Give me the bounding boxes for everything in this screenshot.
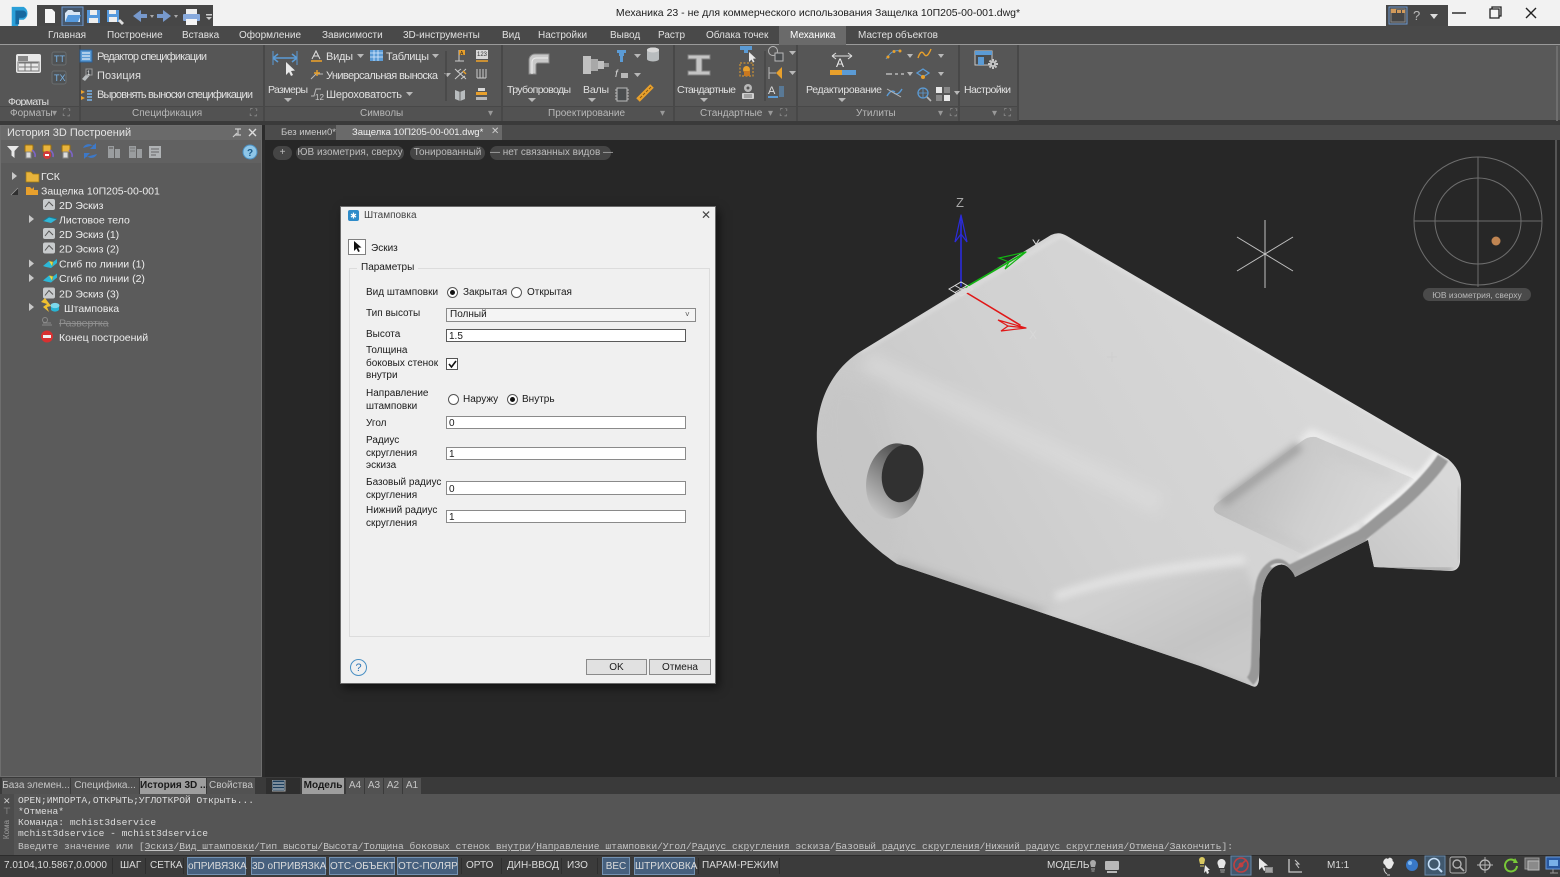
svg-text:A: A <box>836 56 844 70</box>
svg-text:A: A <box>768 85 776 97</box>
svg-text:ГСК: ГСК <box>41 171 61 183</box>
svg-text:X: X <box>1029 328 1037 342</box>
svg-text:Шероховатость: Шероховатость <box>326 89 402 101</box>
svg-text:Редактирование: Редактирование <box>806 84 882 96</box>
svg-text:?: ? <box>247 148 253 159</box>
svg-text:12: 12 <box>315 93 324 102</box>
svg-text:TX: TX <box>54 73 66 83</box>
svg-text:?: ? <box>1413 8 1420 23</box>
svg-text:Валы: Валы <box>583 84 609 96</box>
svg-text:Развертка: Развертка <box>59 318 109 330</box>
svg-text:2D Эскиз (2): 2D Эскиз (2) <box>59 244 119 256</box>
svg-text:Выровнять выноски спецификации: Выровнять выноски спецификации <box>97 89 253 101</box>
svg-text:Настройки: Настройки <box>964 84 1011 96</box>
svg-text:Трубопроводы: Трубопроводы <box>507 84 571 96</box>
svg-text:f: f <box>615 69 619 80</box>
svg-text:Защелка 10П205-00-001: Защелка 10П205-00-001 <box>41 186 160 198</box>
svg-text:2D Эскиз (3): 2D Эскиз (3) <box>59 289 119 301</box>
svg-text:Z: Z <box>956 195 964 210</box>
svg-text:Y: Y <box>1032 237 1040 251</box>
svg-text:Листовое тело: Листовое тело <box>59 215 130 227</box>
svg-text:Форматы: Форматы <box>8 96 49 106</box>
svg-text:Конец построений: Конец построений <box>59 332 148 344</box>
svg-text:Универсальная выноска: Универсальная выноска <box>326 70 439 82</box>
svg-text:✱: ✱ <box>350 212 357 221</box>
svg-text:123: 123 <box>477 52 488 58</box>
svg-text:Позиция: Позиция <box>97 70 141 82</box>
svg-text:Штамповка: Штамповка <box>64 303 119 315</box>
svg-text:Сгиб по линии (2): Сгиб по линии (2) <box>59 273 145 285</box>
svg-text:Редактор спецификации: Редактор спецификации <box>97 51 207 63</box>
svg-text:ЮВ изометрия, сверху: ЮВ изометрия, сверху <box>1432 290 1522 300</box>
svg-text:Размеры: Размеры <box>268 84 308 96</box>
svg-text:Виды: Виды <box>326 51 353 63</box>
svg-text:2D Эскиз: 2D Эскиз <box>59 200 104 212</box>
svg-text:TT: TT <box>54 54 65 64</box>
svg-text:2D Эскиз (1): 2D Эскиз (1) <box>59 229 119 241</box>
svg-text:Таблицы: Таблицы <box>386 51 429 63</box>
svg-text:Сгиб по линии (1): Сгиб по линии (1) <box>59 259 145 271</box>
svg-text:Стандартные: Стандартные <box>677 84 736 96</box>
